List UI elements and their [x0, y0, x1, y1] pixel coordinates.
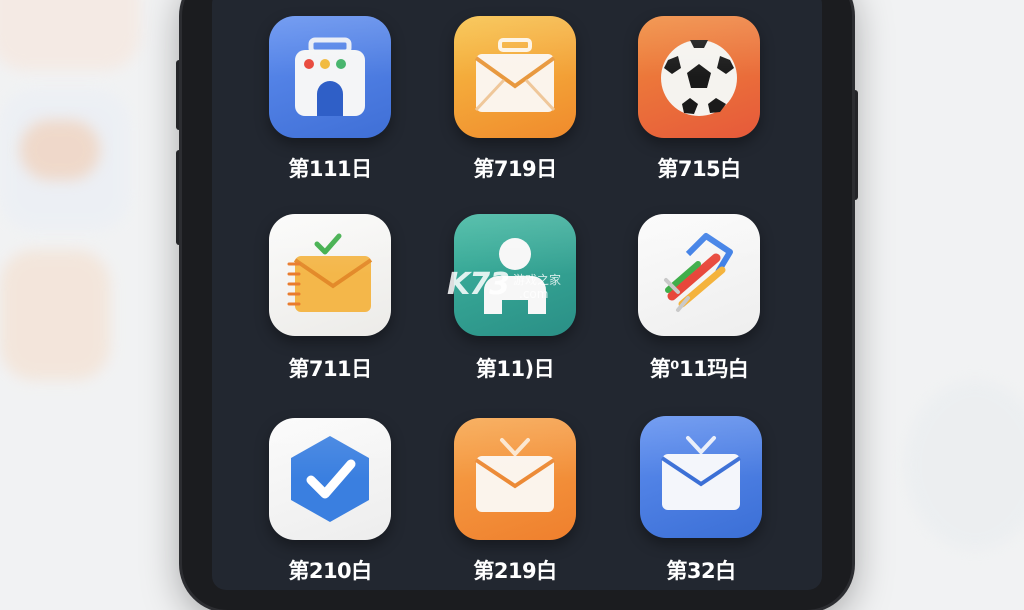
- app-label: 第11)日: [475, 357, 555, 381]
- watermark-text: 游戏之家: [513, 273, 562, 287]
- checkmark-shield-icon: [291, 436, 369, 522]
- app-label: 第111日: [288, 157, 372, 181]
- soccer-ball-icon: [661, 40, 737, 116]
- app-label: 第711日: [288, 357, 372, 381]
- app-icon-soccer[interactable]: [638, 16, 760, 138]
- site-watermark: K73 游戏之家 .com: [447, 267, 587, 307]
- background-blur-tile: [0, 250, 110, 380]
- app-icon-checkmark[interactable]: [269, 418, 391, 540]
- watermark-brand: K73: [447, 267, 510, 302]
- app-icon-store[interactable]: [269, 16, 391, 138]
- app-icon-mail-briefcase[interactable]: [454, 16, 576, 138]
- app-icon-maps[interactable]: [638, 214, 760, 336]
- tv-mail-icon: [474, 438, 556, 512]
- background-blur-tile: [0, 0, 140, 70]
- mail-briefcase-icon: [474, 38, 556, 112]
- app-label: 第219白: [473, 559, 557, 583]
- app-label: 第⁰11玛白: [649, 357, 749, 381]
- background-blur-tile: [20, 120, 100, 180]
- app-icon-blue-mail[interactable]: [640, 416, 762, 538]
- app-icon-notebook-mail[interactable]: [269, 214, 391, 336]
- notebook-mail-icon: [287, 233, 373, 312]
- app-label: 第32白: [666, 559, 736, 583]
- app-label: 第715白: [657, 157, 741, 181]
- blue-mail-icon: [660, 436, 742, 510]
- app-icon-tv-mail[interactable]: [454, 418, 576, 540]
- app-label: 第210白: [288, 559, 372, 583]
- store-icon: [295, 37, 365, 116]
- app-label: 第719日: [473, 157, 557, 181]
- maps-arrow-icon: [664, 233, 733, 312]
- watermark-domain: .com: [519, 287, 549, 301]
- background-blur-tile: [905, 380, 1024, 550]
